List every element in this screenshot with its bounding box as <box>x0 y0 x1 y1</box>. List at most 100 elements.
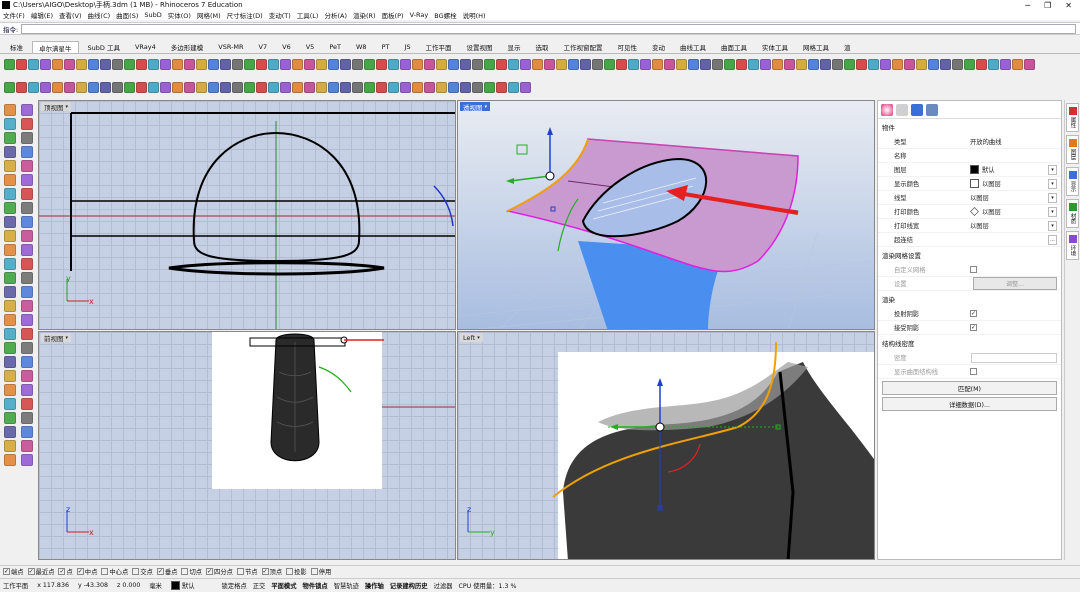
tool-icon[interactable] <box>148 81 159 93</box>
menu-item[interactable]: V-Ray <box>410 11 429 19</box>
details-button[interactable]: 详细数据(D)... <box>882 397 1057 411</box>
tool-icon[interactable] <box>112 58 123 70</box>
menu-item[interactable]: 分析(A) <box>324 10 347 20</box>
viewport-title-top[interactable]: 顶视图 ▾ <box>41 102 72 112</box>
tool-icon[interactable] <box>21 454 33 466</box>
menu-item[interactable]: 编辑(E) <box>31 10 53 20</box>
tool-icon[interactable] <box>21 426 33 438</box>
tool-icon[interactable] <box>256 58 267 70</box>
tool-icon[interactable] <box>4 104 16 116</box>
viewport-top[interactable]: 顶视图 ▾ y x <box>38 100 456 330</box>
tool-icon[interactable] <box>21 384 33 396</box>
tool-icon[interactable] <box>424 81 435 93</box>
cast-shadow-checkbox[interactable]: ✓ <box>970 310 977 317</box>
tool-icon[interactable] <box>772 58 783 70</box>
menu-item[interactable]: 曲线(C) <box>88 10 111 20</box>
tool-icon[interactable] <box>100 81 111 93</box>
tool-icon[interactable] <box>448 58 459 70</box>
tool-icon[interactable] <box>64 58 75 70</box>
tool-icon[interactable] <box>21 174 33 186</box>
tool-icon[interactable] <box>21 272 33 284</box>
status-toggle[interactable]: 物件锁点 <box>303 581 328 590</box>
chevron-down-icon[interactable]: ▾ <box>1048 220 1057 231</box>
toolbar-tab[interactable]: 显示 <box>502 41 527 53</box>
tool-icon[interactable] <box>928 58 939 70</box>
property-value[interactable]: 以图层 <box>970 193 989 202</box>
tool-icon[interactable] <box>21 202 33 214</box>
menu-item[interactable]: 变动(T) <box>269 10 291 20</box>
tool-icon[interactable] <box>496 81 507 93</box>
adjust-button[interactable]: 调整... <box>973 277 1057 290</box>
osnap-checkbox[interactable] <box>181 568 189 575</box>
tool-icon[interactable] <box>208 81 219 93</box>
viewport-title-front[interactable]: 前视图 ▾ <box>41 333 72 343</box>
toolbar-tab[interactable]: 工作平面 <box>420 41 458 53</box>
toolbar-tab[interactable]: 网格工具 <box>797 41 835 53</box>
tool-icon[interactable] <box>244 81 255 93</box>
tool-icon[interactable] <box>388 81 399 93</box>
tool-icon[interactable] <box>268 81 279 93</box>
osnap-checkbox[interactable] <box>310 568 318 575</box>
tool-icon[interactable] <box>244 58 255 70</box>
tool-icon[interactable] <box>1012 58 1023 70</box>
tool-icon[interactable] <box>76 81 87 93</box>
tool-icon[interactable] <box>676 58 687 70</box>
tool-icon[interactable] <box>64 81 75 93</box>
tool-icon[interactable] <box>940 58 951 70</box>
tool-icon[interactable] <box>580 58 591 70</box>
object-properties-icon[interactable] <box>881 103 893 116</box>
tool-icon[interactable] <box>40 81 51 93</box>
tool-icon[interactable] <box>844 58 855 70</box>
osnap-item[interactable]: 投影 <box>286 567 307 576</box>
toolbar-tab[interactable]: VRay4 <box>129 41 162 53</box>
osnap-item[interactable]: ✓ 端点 <box>3 567 24 576</box>
tool-icon[interactable] <box>100 58 111 70</box>
tool-icon[interactable] <box>21 300 33 312</box>
gumball-center[interactable] <box>655 422 665 432</box>
tool-icon[interactable] <box>484 58 495 70</box>
menu-item[interactable]: 渲染(R) <box>353 10 376 20</box>
tool-icon[interactable] <box>376 58 387 70</box>
tool-icon[interactable] <box>508 81 519 93</box>
tool-icon[interactable] <box>352 58 363 70</box>
osnap-item[interactable]: ✓ 垂点 <box>156 567 177 576</box>
toolbar-tab[interactable]: 实体工具 <box>756 41 794 53</box>
tool-icon[interactable] <box>592 58 603 70</box>
tool-icon[interactable] <box>400 58 411 70</box>
status-toggle[interactable]: 智慧轨迹 <box>334 581 359 590</box>
tool-icon[interactable] <box>4 81 15 93</box>
osnap-checkbox[interactable] <box>286 568 294 575</box>
status-toggle[interactable]: 记录建构历史 <box>390 581 428 590</box>
tool-icon[interactable] <box>196 58 207 70</box>
toolbar-tab[interactable]: 变动 <box>646 41 671 53</box>
tool-icon[interactable] <box>4 146 16 158</box>
chevron-down-icon[interactable]: ▾ <box>1048 192 1057 203</box>
tool-icon[interactable] <box>640 58 651 70</box>
osnap-item[interactable]: ✓ 中点 <box>76 567 97 576</box>
osnap-item[interactable]: ✓ 顶点 <box>261 567 282 576</box>
tool-icon[interactable] <box>76 58 87 70</box>
material-icon[interactable] <box>911 103 923 116</box>
tool-icon[interactable] <box>328 58 339 70</box>
viewport-title-left[interactable]: Left ▾ <box>460 333 483 342</box>
menu-item[interactable]: 尺寸标注(D) <box>227 10 263 20</box>
tool-icon[interactable] <box>268 58 279 70</box>
side-tab[interactable]: 显示 <box>1066 167 1079 196</box>
osnap-item[interactable]: 切点 <box>181 567 202 576</box>
tool-icon[interactable] <box>4 174 16 186</box>
tool-icon[interactable] <box>16 81 27 93</box>
receive-shadow-checkbox[interactable]: ✓ <box>970 324 977 331</box>
toolbar-tab[interactable]: PT <box>376 41 396 53</box>
tool-icon[interactable] <box>496 58 507 70</box>
tool-icon[interactable] <box>21 146 33 158</box>
tool-icon[interactable] <box>472 81 483 93</box>
tool-icon[interactable] <box>21 230 33 242</box>
tool-icon[interactable] <box>280 81 291 93</box>
toolbar-tab[interactable]: 标准 <box>4 41 29 53</box>
tool-icon[interactable] <box>748 58 759 70</box>
osnap-checkbox[interactable]: ✓ <box>261 568 269 575</box>
tool-icon[interactable] <box>460 58 471 70</box>
tool-icon[interactable] <box>412 58 423 70</box>
tool-icon[interactable] <box>916 58 927 70</box>
gumball-scale-handle[interactable] <box>516 144 528 155</box>
